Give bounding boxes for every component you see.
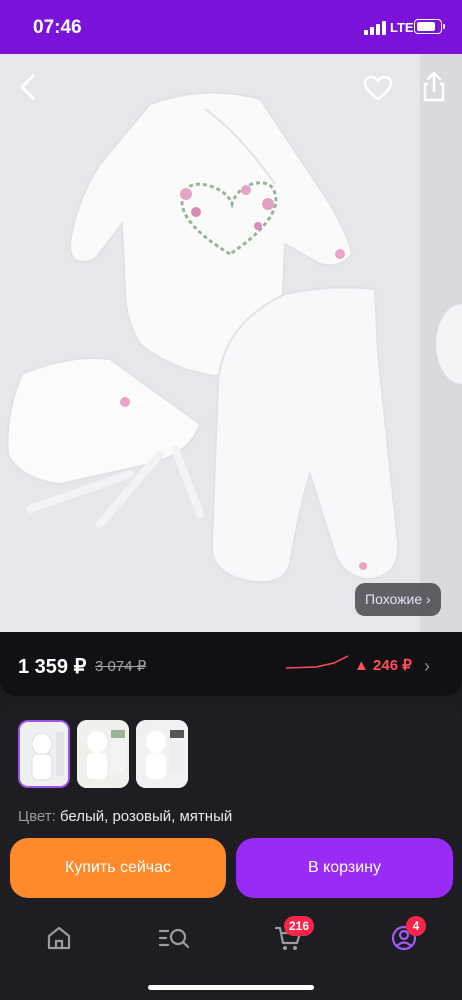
cart-badge: 216	[284, 916, 315, 936]
network-label: LTE	[390, 20, 414, 35]
current-price: 1 359 ₽	[18, 656, 87, 678]
signal-icon	[364, 21, 386, 35]
home-indicator[interactable]	[148, 985, 314, 990]
battery-level	[417, 22, 435, 31]
buy-now-button[interactable]: Купить сейчас	[10, 838, 226, 898]
product-photo[interactable]: Похожие ›	[0, 54, 462, 632]
color-thumbnail-pink[interactable]	[77, 720, 129, 788]
chevron-right-icon[interactable]: ›	[424, 656, 430, 677]
home-icon[interactable]	[45, 924, 73, 952]
catalog-search-icon[interactable]	[158, 924, 190, 952]
color-label: Цвет:	[18, 808, 56, 825]
baby-clothing-set-image	[0, 54, 462, 632]
color-value: белый, розовый, мятный	[59, 808, 233, 825]
color-option-line: Цвет: белый, розовый, мятный	[18, 808, 232, 825]
share-icon[interactable]	[418, 70, 450, 104]
color-thumbnail-mint[interactable]	[136, 720, 188, 788]
status-bar: 07:46 LTE	[0, 0, 462, 54]
price-change: ▲ 246 ₽	[354, 657, 412, 674]
heart-icon[interactable]	[362, 72, 394, 104]
battery-icon	[414, 19, 445, 34]
profile-badge: 4	[406, 916, 426, 936]
add-to-cart-button[interactable]: В корзину	[236, 838, 453, 898]
price-panel[interactable]: 1 359 ₽ 3 074 ₽ ▲ 246 ₽ ›	[0, 632, 462, 696]
old-price: 3 074 ₽	[95, 658, 147, 675]
similar-products-button[interactable]: Похожие ›	[355, 583, 441, 616]
price-history-sparkline	[286, 655, 348, 669]
back-icon[interactable]	[14, 72, 44, 102]
status-time: 07:46	[33, 17, 82, 38]
color-thumbnail-white[interactable]	[18, 720, 70, 788]
